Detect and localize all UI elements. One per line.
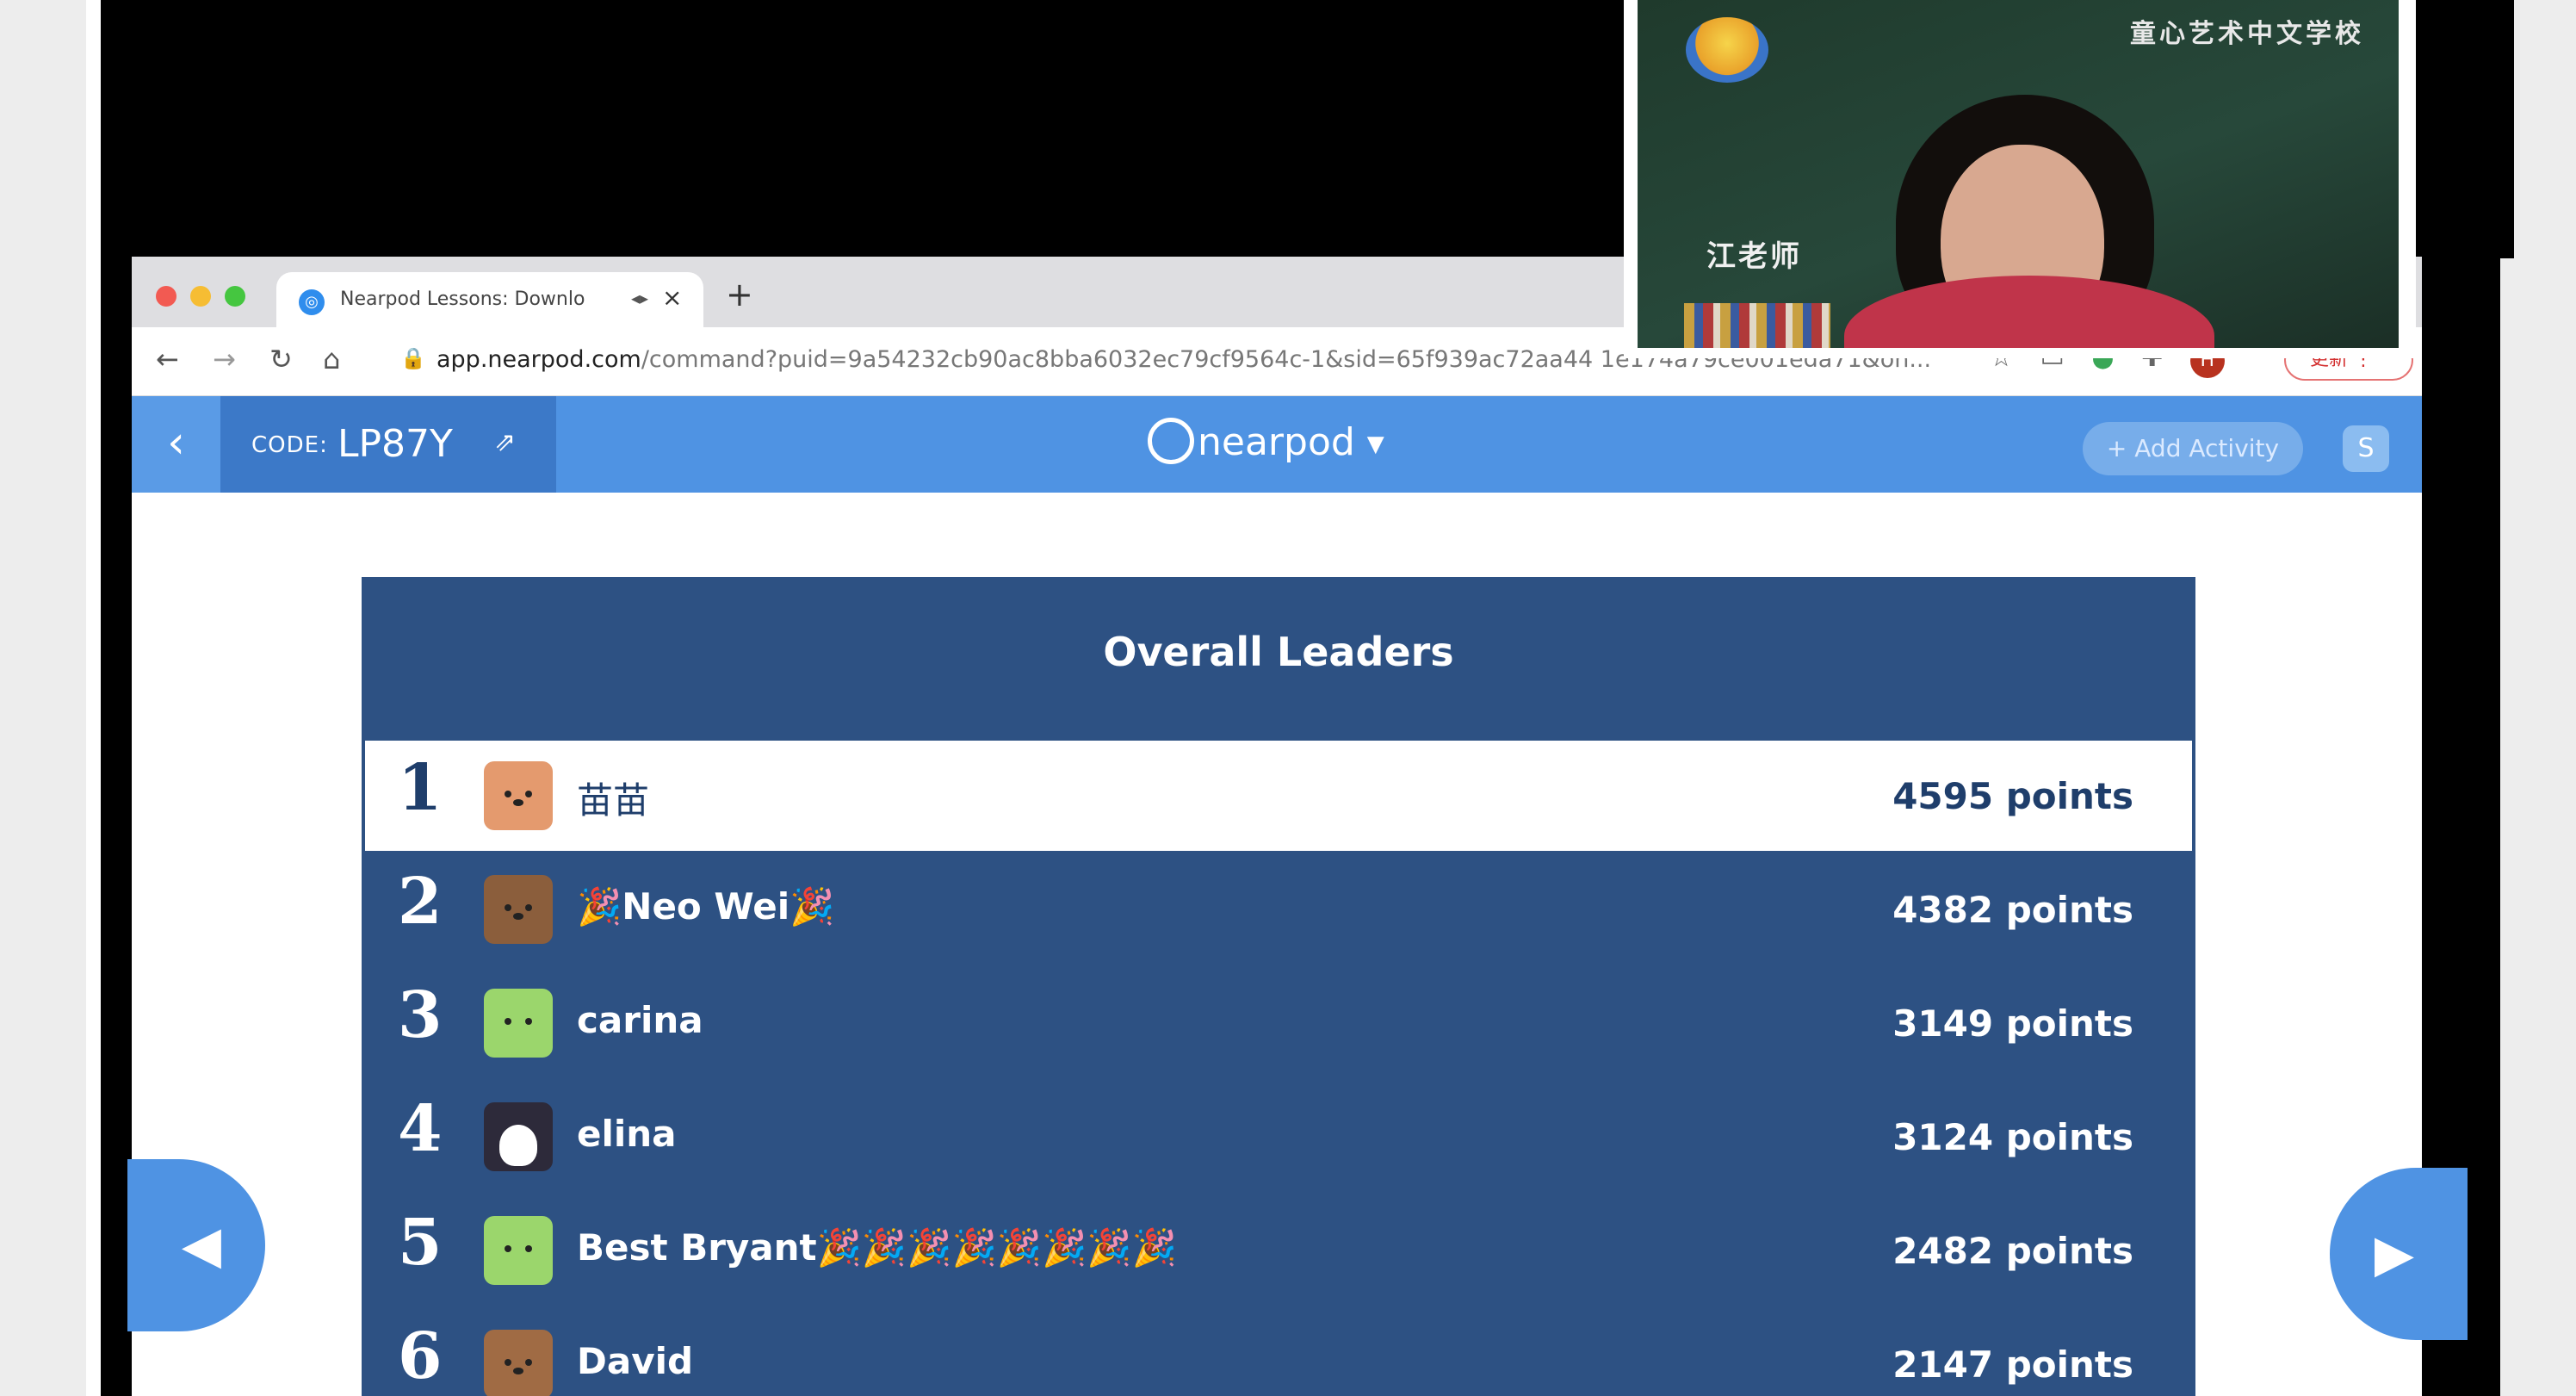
minimize-window-button[interactable] <box>190 286 211 307</box>
nearpod-header: ‹ CODE: LP87Y ⇗ nearpod ▼ + Add Activity … <box>132 396 2422 493</box>
student-points: 2147 points <box>1892 1343 2133 1386</box>
s-badge-button[interactable]: S <box>2343 425 2389 472</box>
student-name: Best Bryant🎉🎉🎉🎉🎉🎉🎉🎉 <box>577 1226 1177 1269</box>
add-activity-button[interactable]: + Add Activity <box>2083 422 2303 475</box>
penguin-avatar-icon <box>484 1102 553 1171</box>
rank-number: 3 <box>398 978 443 1052</box>
student-points: 4595 points <box>1892 775 2133 817</box>
leaderboard-row: 1 苗苗 4595 points <box>365 741 2192 851</box>
leaderboard-row: 6 David 2147 points <box>365 1309 2192 1396</box>
nearpod-logo[interactable]: nearpod ▼ <box>1148 418 1384 468</box>
maximize-window-button[interactable] <box>225 286 245 307</box>
new-tab-button[interactable]: + <box>726 276 753 313</box>
leaderboard-panel: Overall Leaders 1 苗苗 4595 points 2 🎉Neo … <box>362 577 2195 1396</box>
home-icon[interactable]: ⌂ <box>323 343 340 375</box>
share-icon[interactable]: ⇗ <box>494 427 516 457</box>
browser-tab-nearpod[interactable]: ◎ Nearpod Lessons: Downlo ◂▸ × <box>276 272 703 327</box>
rank-number: 2 <box>398 865 443 939</box>
leaderboard-title: Overall Leaders <box>1103 629 1454 675</box>
student-name: 🎉Neo Wei🎉 <box>577 885 835 928</box>
url-host: app.nearpod.com <box>437 346 641 373</box>
brown-bear-avatar-icon <box>484 1330 553 1396</box>
leaderboard-row: 4 elina 3124 points <box>365 1082 2192 1192</box>
nearpod-favicon-icon: ◎ <box>299 289 325 315</box>
student-points: 4382 points <box>1892 889 2133 931</box>
caret-down-icon[interactable]: ▼ <box>1367 431 1384 457</box>
speaker-icon[interactable]: ◂▸ <box>631 288 648 308</box>
bear-avatar-icon <box>484 875 553 944</box>
bookshelf-image <box>1684 303 1830 348</box>
green-monster-avatar-icon <box>484 1216 553 1285</box>
leaderboard-row: 5 Best Bryant🎉🎉🎉🎉🎉🎉🎉🎉 2482 points <box>365 1195 2192 1306</box>
student-name: David <box>577 1340 694 1382</box>
school-name-banner: 童心艺术中文学校 <box>2130 19 2364 49</box>
student-points: 2482 points <box>1892 1230 2133 1272</box>
session-code-value: LP87Y <box>337 422 453 466</box>
close-window-button[interactable] <box>156 286 176 307</box>
session-code-box[interactable]: CODE: LP87Y ⇗ <box>220 396 556 493</box>
green-monster-avatar-icon <box>484 989 553 1058</box>
page-margin-left <box>0 0 86 1396</box>
rank-number: 1 <box>398 751 443 825</box>
teacher-body <box>1844 276 2214 348</box>
leaderboard-row: 3 carina 3149 points <box>365 968 2192 1078</box>
forward-arrow-icon[interactable]: → <box>213 343 236 375</box>
rank-number: 5 <box>398 1206 443 1280</box>
tab-title: Nearpod Lessons: Downlo <box>340 289 585 310</box>
fox-avatar-icon <box>484 761 553 830</box>
rank-number: 6 <box>398 1319 443 1393</box>
rank-number: 4 <box>398 1092 443 1166</box>
student-name: 苗苗 <box>577 779 650 822</box>
session-code-label: CODE: <box>251 432 328 458</box>
student-name: carina <box>577 999 703 1041</box>
student-name: elina <box>577 1113 677 1155</box>
tab-close-icon[interactable]: × <box>662 283 682 312</box>
reload-icon[interactable]: ↻ <box>269 343 293 375</box>
back-arrow-icon[interactable]: ← <box>156 343 179 375</box>
school-seal-logo <box>1686 17 1768 83</box>
lock-icon[interactable]: 🔒 <box>400 346 426 370</box>
student-points: 3124 points <box>1892 1116 2133 1158</box>
chevron-left-icon[interactable]: ‹ <box>132 396 220 493</box>
nearpod-logo-icon <box>1148 418 1194 464</box>
teacher-video: 童心艺术中文学校 江老师 <box>1638 0 2399 348</box>
nearpod-logo-text: nearpod <box>1198 420 1355 464</box>
leaderboard-row: 2 🎉Neo Wei🎉 4382 points <box>365 854 2192 965</box>
teacher-name-label: 江老师 <box>1706 239 1802 274</box>
student-points: 3149 points <box>1892 1002 2133 1045</box>
webcam-overlay: 童心艺术中文学校 江老师 <box>1624 0 2416 358</box>
